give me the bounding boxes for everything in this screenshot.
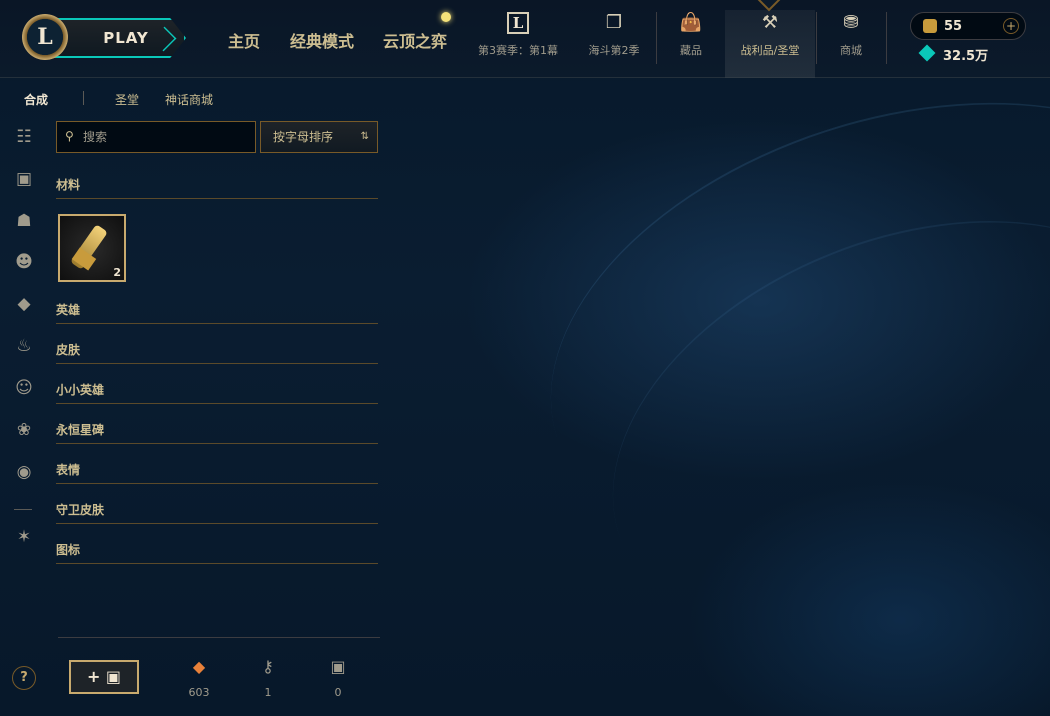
search-icon: ⚲ bbox=[65, 129, 74, 143]
notification-dot bbox=[441, 12, 451, 22]
fire-icon[interactable]: ♨ bbox=[12, 334, 36, 358]
nav-home[interactable]: 主页 bbox=[228, 28, 260, 52]
section-eternals[interactable]: 永恒星碑 bbox=[56, 422, 378, 444]
nav-collection[interactable]: 👜 藏品 bbox=[646, 10, 736, 58]
nav-classic-mode[interactable]: 经典模式 bbox=[290, 28, 354, 52]
play-label: PLAY bbox=[103, 29, 149, 47]
tab-crafting[interactable]: 合成 bbox=[24, 91, 48, 108]
mask-icon[interactable]: ☻ bbox=[12, 250, 36, 274]
key-fragment-value: 1 bbox=[264, 686, 272, 699]
chest-count-value: 0 bbox=[334, 686, 342, 699]
logo-letter: L bbox=[37, 24, 53, 50]
nav-divider bbox=[886, 12, 887, 64]
chest-icon: ▣ bbox=[105, 667, 122, 686]
craft-plus: + bbox=[86, 667, 101, 686]
riot-points-display[interactable]: 55 + bbox=[910, 12, 1026, 40]
nav-season-pass-label: 第3赛季：第1幕 bbox=[478, 44, 558, 57]
nav-loot[interactable]: ⚒ 战利品/圣堂 bbox=[725, 10, 815, 78]
backpack-icon: 👜 bbox=[679, 12, 703, 33]
rail-divider bbox=[14, 509, 32, 510]
nav-store[interactable]: ⛃ 商城 bbox=[806, 10, 896, 58]
coins-stack-icon: ⛃ bbox=[843, 12, 859, 33]
nav-event-pass-label: 海斗第2季 bbox=[588, 44, 640, 57]
grid-icon[interactable]: ☷ bbox=[12, 125, 36, 149]
section-champions[interactable]: 英雄 bbox=[56, 302, 378, 324]
cards-icon: ❐ bbox=[605, 12, 623, 33]
orange-essence-value: 603 bbox=[188, 686, 210, 699]
section-emotes[interactable]: 表情 bbox=[56, 462, 378, 484]
sort-selected: 按字母排序 bbox=[273, 130, 334, 144]
nav-store-label: 商城 bbox=[840, 44, 862, 57]
buy-rp-button[interactable]: + bbox=[1003, 18, 1019, 34]
season-pass-icon: L bbox=[505, 10, 531, 36]
section-tiny-legends[interactable]: 小小英雄 bbox=[56, 382, 378, 404]
loot-item-key[interactable]: 2 bbox=[58, 214, 126, 282]
bottom-divider bbox=[58, 637, 380, 638]
section-ward-skins[interactable]: 守卫皮肤 bbox=[56, 502, 378, 524]
chest-count-icon: ▣ bbox=[330, 657, 346, 676]
item-count: 2 bbox=[113, 266, 121, 279]
play-button[interactable]: PLAY bbox=[54, 18, 186, 58]
nav-collection-label: 藏品 bbox=[680, 44, 702, 57]
top-navigation-bar: PLAY L 主页 经典模式 云顶之弈 L 第3赛季：第1幕 ❐ 海斗第2季 👜… bbox=[0, 0, 1050, 78]
tab-mythic-shop[interactable]: 神话商城 bbox=[165, 91, 213, 108]
chest-icon[interactable]: ▣ bbox=[12, 167, 36, 191]
search-field[interactable]: ⚲ bbox=[56, 121, 256, 153]
orange-essence-icon: ◆ bbox=[192, 657, 206, 676]
helmet-icon[interactable]: ☗ bbox=[12, 209, 36, 233]
avatar-icon[interactable]: ◉ bbox=[12, 460, 36, 484]
crafting-hammer-icon: ⚒ bbox=[761, 12, 779, 33]
ward-icon[interactable]: ✶ bbox=[12, 525, 36, 549]
key-fragment-icon: ⚷ bbox=[262, 657, 274, 676]
section-icons[interactable]: 图标 bbox=[56, 542, 378, 564]
nav-season-pass[interactable]: L 第3赛季：第1幕 bbox=[473, 10, 563, 58]
craft-chest-button[interactable]: + ▣ bbox=[69, 660, 139, 694]
help-button[interactable]: ? bbox=[12, 666, 36, 690]
champion-shard-icon[interactable]: ◆ bbox=[12, 292, 36, 316]
sort-dropdown[interactable]: 按字母排序 ⇅ bbox=[260, 121, 378, 153]
section-materials[interactable]: 材料 bbox=[56, 177, 378, 199]
league-logo-icon[interactable]: L bbox=[22, 14, 68, 60]
nav-tft[interactable]: 云顶之弈 bbox=[383, 28, 447, 52]
blue-essence-icon bbox=[918, 44, 936, 62]
chevron-updown-icon: ⇅ bbox=[360, 131, 369, 142]
tab-divider bbox=[83, 91, 84, 105]
emote-face-icon[interactable]: ☺ bbox=[12, 376, 36, 400]
search-input[interactable] bbox=[83, 128, 251, 146]
riot-points-icon bbox=[923, 19, 937, 33]
tab-sanctum[interactable]: 圣堂 bbox=[115, 91, 139, 108]
section-skins[interactable]: 皮肤 bbox=[56, 342, 378, 364]
nav-loot-label: 战利品/圣堂 bbox=[740, 44, 800, 57]
tiny-legend-icon[interactable]: ❀ bbox=[12, 418, 36, 442]
riot-points-value: 55 bbox=[944, 19, 963, 34]
blue-essence-value: 32.5万 bbox=[943, 49, 989, 64]
